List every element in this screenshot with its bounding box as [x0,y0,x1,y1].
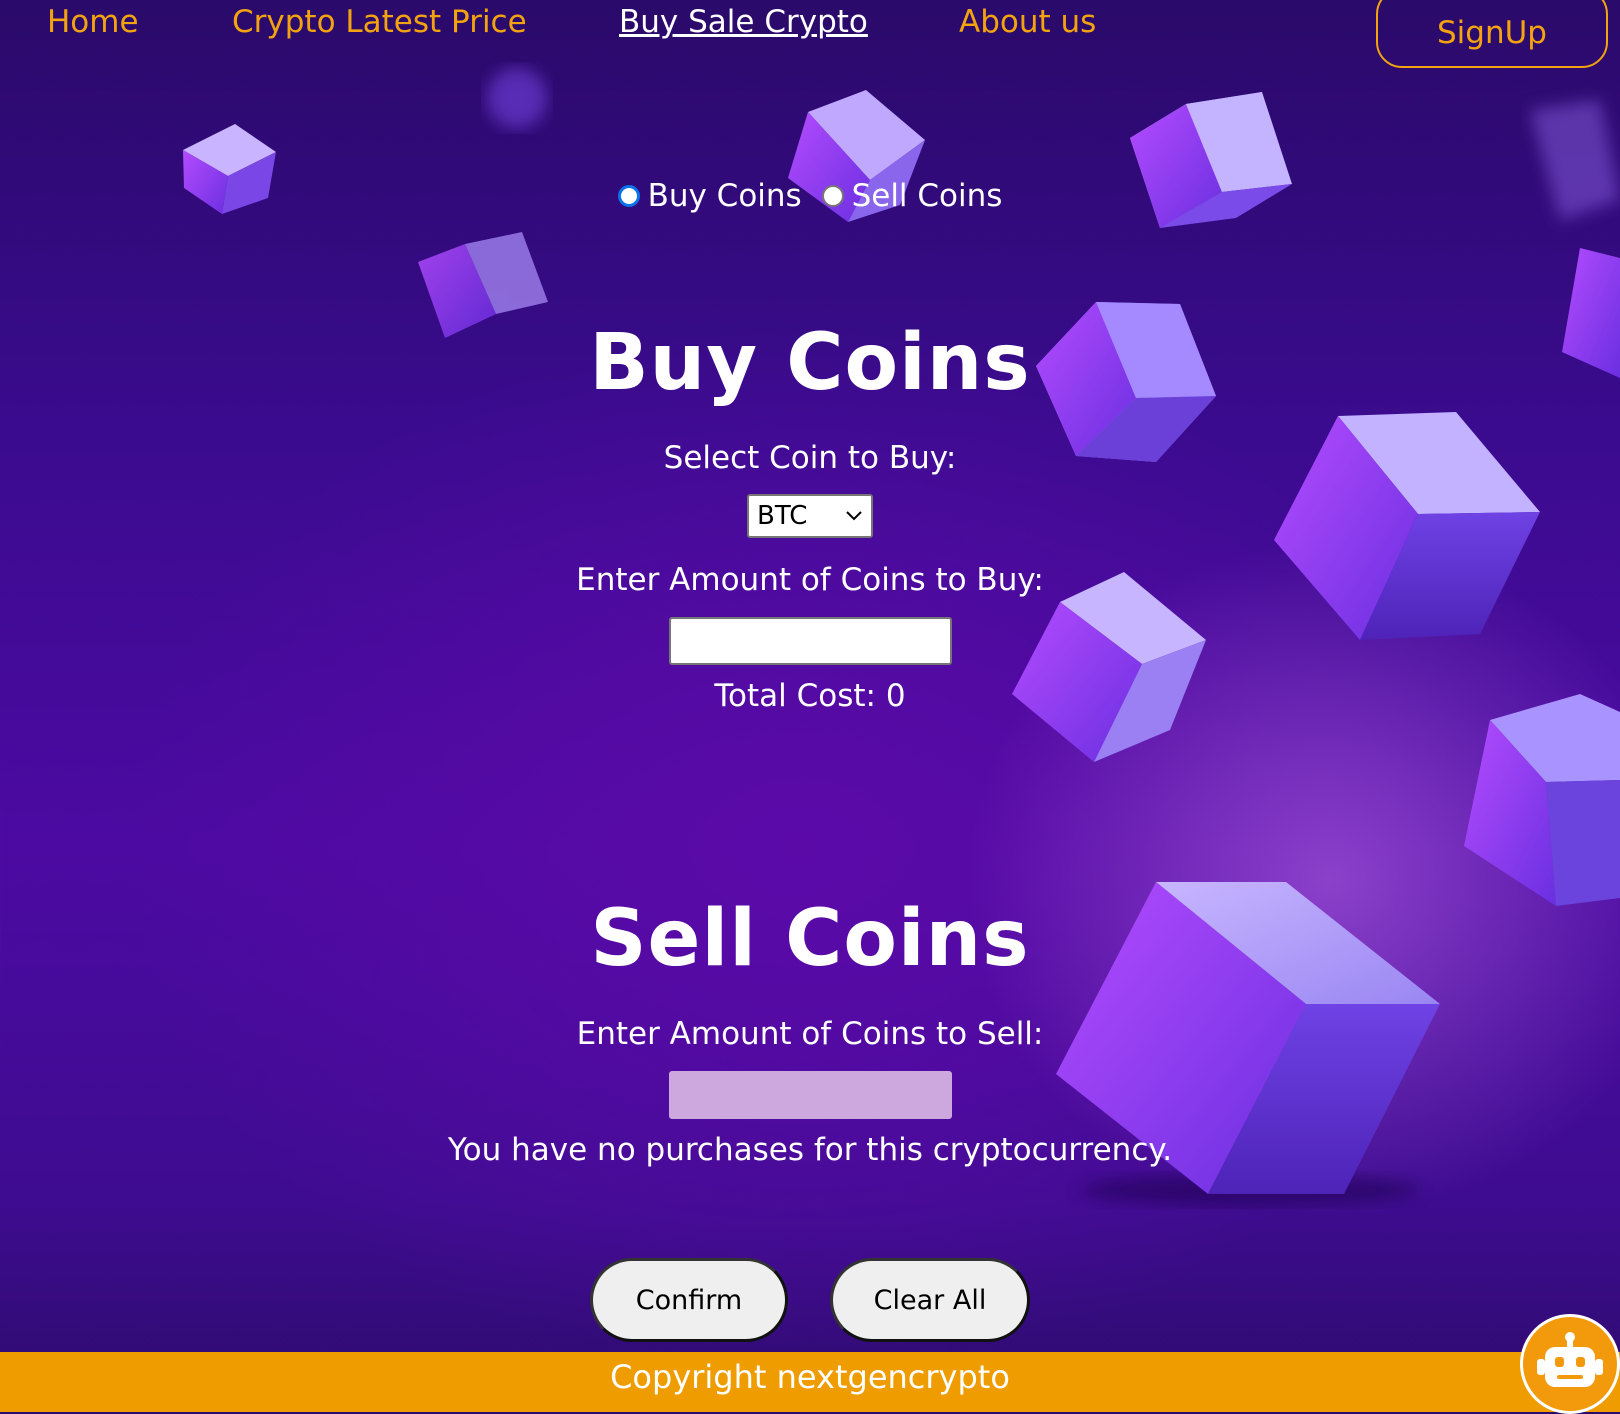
coin-select-value: BTC [757,501,808,531]
nav-link-home[interactable]: Home [47,4,139,40]
sell-coins-option[interactable]: Sell Coins [821,178,1003,214]
cube-8 [1012,572,1206,762]
buy-amount-input[interactable] [669,617,952,665]
sell-coins-radio[interactable] [821,185,844,207]
cube-9 [1464,694,1620,906]
sell-coins-title: Sell Coins [590,894,1030,984]
top-nav: Home Crypto Latest Price Buy Sale Crypto… [0,0,1620,70]
buy-coins-radio[interactable] [617,185,640,207]
buy-amount-label: Enter Amount of Coins to Buy: [576,562,1044,598]
buy-coins-title: Buy Coins [589,318,1031,408]
nav-link-crypto-latest-price[interactable]: Crypto Latest Price [232,4,527,40]
robot-icon [1537,1332,1603,1387]
sell-amount-input[interactable] [669,1071,952,1119]
nav-link-about-us[interactable]: About us [959,4,1096,40]
signup-button[interactable]: SignUp [1376,0,1608,68]
chatbot-button[interactable] [1520,1314,1620,1414]
sell-coins-radio-label: Sell Coins [851,178,1003,214]
sell-amount-label: Enter Amount of Coins to Sell: [576,1016,1044,1052]
nav-link-buy-sale-crypto[interactable]: Buy Sale Crypto [619,4,868,40]
copyright-text: Copyright nextgencrypto [610,1358,1010,1396]
confirm-button[interactable]: Confirm [590,1258,788,1342]
buy-coins-radio-label: Buy Coins [647,178,802,214]
chevron-down-icon [846,511,862,521]
mode-selector: Buy Coins Sell Coins [0,178,1620,215]
coin-select[interactable]: BTC [747,494,873,538]
clear-all-button[interactable]: Clear All [830,1258,1030,1342]
no-purchases-message: You have no purchases for this cryptocur… [447,1132,1173,1168]
footer: Copyright nextgencrypto [0,1352,1620,1412]
buy-coins-option[interactable]: Buy Coins [617,178,802,214]
total-cost: Total Cost: 0 [714,678,906,714]
select-coin-label: Select Coin to Buy: [663,440,957,476]
